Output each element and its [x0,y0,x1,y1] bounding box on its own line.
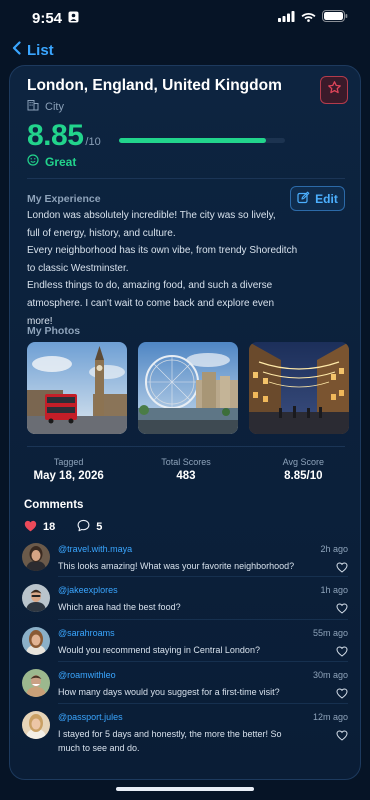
stat-value: 8.85/10 [284,470,323,482]
score-max: /10 [85,136,101,148]
comment-text: Would you recommend staying in Central L… [58,645,260,655]
comment-item: @passport.jules 12m ago I stayed for 5 d… [22,709,348,753]
comment-time: 1h ago [320,585,348,595]
stats-row: Tagged May 18, 2026 Total Scores 483 Avg… [10,457,362,482]
experience-line: to classic Westminster. [27,262,129,274]
stat-tagged: Tagged May 18, 2026 [10,457,127,482]
nav-bar: List [0,38,370,62]
comment-divider [58,619,348,620]
status-bar: 9:54 [0,0,370,36]
stat-label: Avg Score [282,457,324,467]
edit-label: Edit [315,191,338,206]
avatar[interactable] [22,669,50,697]
experience-line: full of energy, history, and culture. [27,227,176,239]
battery-icon [322,9,348,27]
cellular-signal-icon [278,9,295,27]
comment-divider [58,661,348,662]
comment-handle[interactable]: @roamwithleo [58,670,116,680]
engagement-counts: 18 5 [24,519,102,535]
comment-text: I stayed for 5 days and honestly, the mo… [58,729,282,753]
clock-text: 9:54 [32,9,63,27]
comment-time: 12m ago [312,712,348,722]
rating-label: Great [45,154,77,169]
comment-handle[interactable]: @travel.with.maya [58,544,132,554]
wifi-icon [301,9,316,27]
experience-line: London was absolutely incredible! The ci… [27,210,276,221]
experience-label: My Experience [27,193,101,205]
comment-handle[interactable]: @jakeexplores [58,585,118,595]
photo-london-eye[interactable] [138,342,238,434]
heart-filled-icon [24,520,37,535]
experience-line: Endless things to do, amazing food, and … [27,280,273,292]
heart-outline-icon [336,560,348,577]
comment-text: Which area had the best food? [58,602,181,612]
score-bar-fill [119,138,266,143]
comment-divider [58,576,348,577]
avatar[interactable] [22,711,50,739]
heart-outline-icon [336,728,348,745]
like-count: 18 [43,521,56,533]
category-label: City [45,100,64,113]
heart-outline-icon [336,601,348,618]
category: City [27,99,64,114]
stat-value: May 18, 2026 [33,470,104,482]
person-badge-icon [68,10,79,27]
comment-handle[interactable]: @sarahroams [58,628,115,638]
star-icon [327,80,342,100]
comment-item: @jakeexplores 1h ago Which area had the … [22,582,348,624]
stat-label: Tagged [53,457,84,467]
photo-big-ben[interactable] [27,342,127,434]
rating-word: Great [27,154,76,169]
comment-like-button[interactable] [336,601,348,619]
stat-total-scores: Total Scores 483 [127,457,244,482]
divider [27,446,345,447]
place-title: London, England, United Kingdom [27,77,282,94]
comment-like-button[interactable] [336,644,348,662]
status-icons [278,9,348,27]
score: 8.85 /10 [27,119,101,153]
avatar[interactable] [22,584,50,612]
score-bar [119,138,285,143]
smile-icon [27,154,39,169]
status-time: 9:54 [32,10,79,27]
heart-outline-icon [336,644,348,661]
photo-regent-street[interactable] [249,342,349,434]
experience-text: London was absolutely incredible! The ci… [27,207,299,330]
back-button[interactable]: List [12,41,54,59]
comment-count: 5 [96,521,103,533]
avatar[interactable] [22,627,50,655]
edit-icon [297,191,310,207]
like-count-button[interactable]: 18 [24,520,55,535]
comment-time: 2h ago [320,544,348,554]
home-indicator[interactable] [116,787,254,791]
building-icon [27,99,39,114]
comments-title: Comments [24,499,84,511]
stat-value: 483 [176,470,196,482]
place-detail-card: London, England, United Kingdom City 8.8… [9,65,361,780]
comment-count-button[interactable]: 5 [77,519,102,535]
photos-label: My Photos [27,325,81,337]
comment-divider [58,703,348,704]
favorite-button[interactable] [320,76,348,104]
stat-avg-score: Avg Score 8.85/10 [245,457,362,482]
back-label: List [27,41,54,59]
comment-like-button[interactable] [336,686,348,704]
heart-outline-icon [336,686,348,703]
comment-bubble-icon [77,519,90,535]
comment-time: 30m ago [312,670,348,680]
divider [27,178,345,179]
chevron-left-icon [12,41,21,59]
comment-like-button[interactable] [336,728,348,746]
score-value: 8.85 [27,119,84,152]
photo-row [27,342,349,434]
stat-label: Total Scores [161,457,211,467]
comment-text: How many days would you suggest for a fi… [58,687,280,697]
avatar[interactable] [22,543,50,571]
comment-time: 55m ago [312,628,348,638]
comment-handle[interactable]: @passport.jules [58,712,123,722]
experience-line: Every neighborhood has its own vibe, fro… [27,245,298,257]
comment-text: This looks amazing! What was your favori… [58,561,295,571]
